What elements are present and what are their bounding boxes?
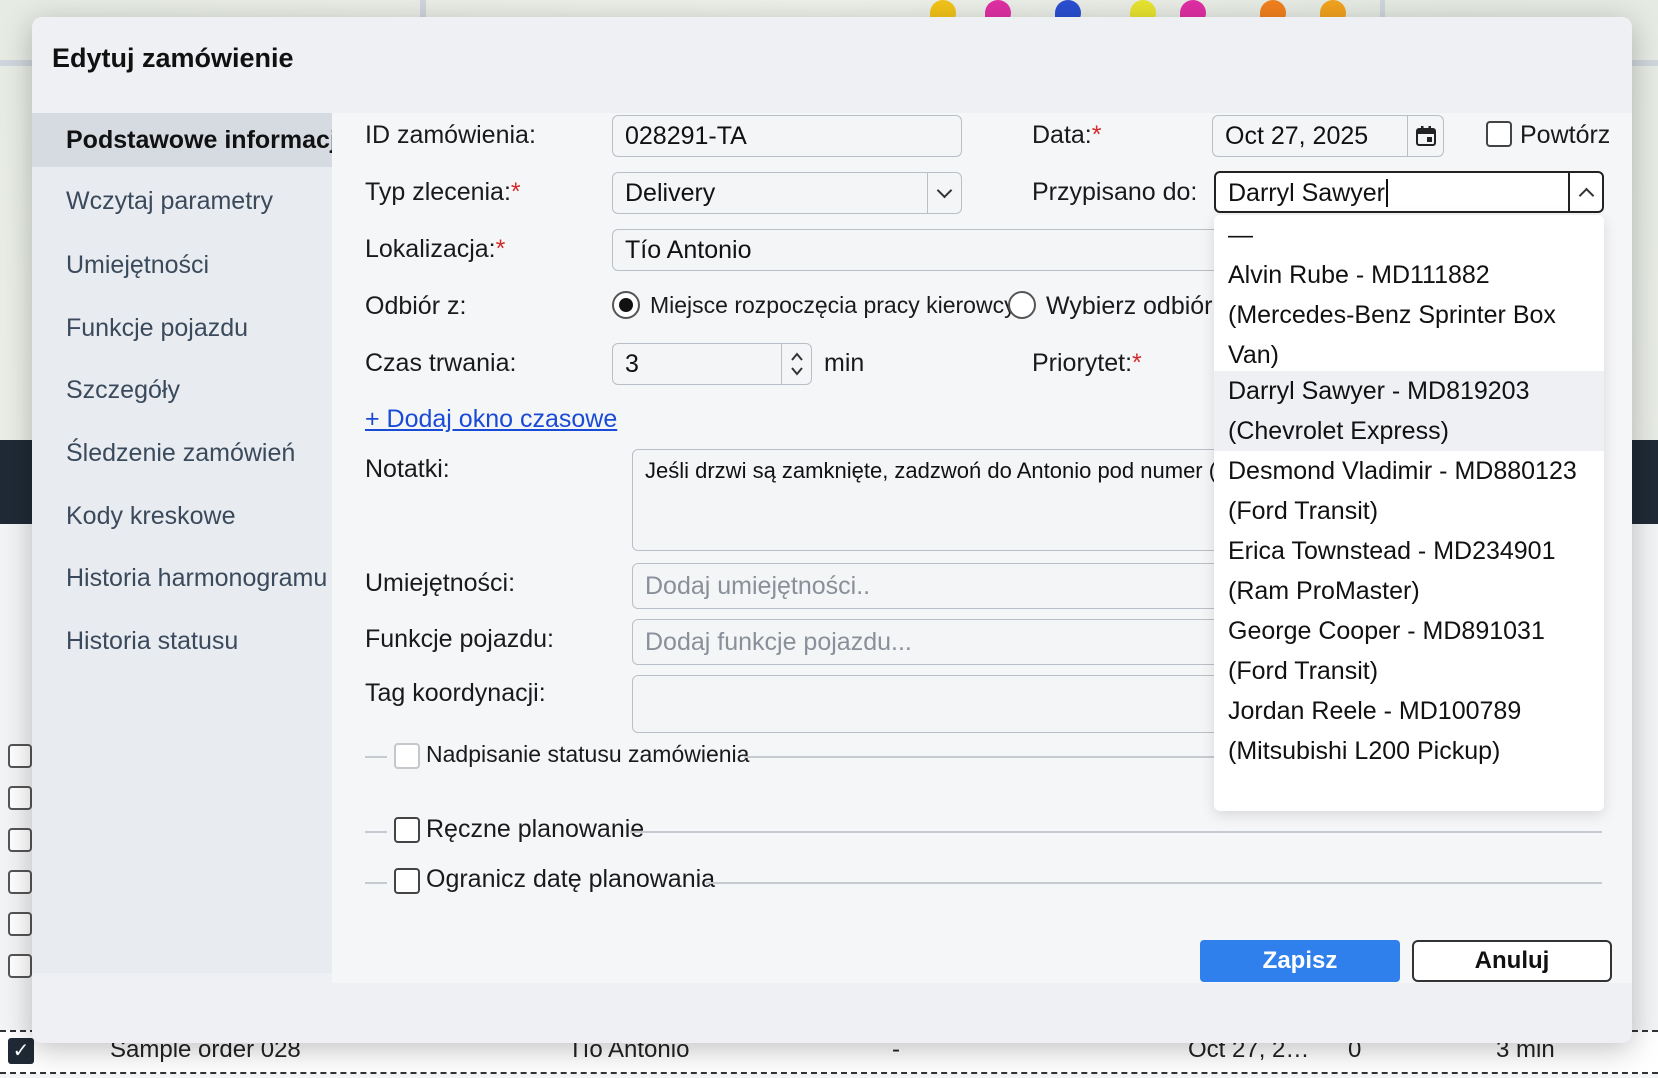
assigned-to-combobox[interactable]: Darryl Sawyer <box>1214 171 1604 213</box>
dropdown-option-line: Van) <box>1228 341 1279 369</box>
dialog-title: Edytuj zamówienie <box>52 43 294 73</box>
fieldset-border <box>744 756 1244 758</box>
sidebar-item-status-history[interactable]: Historia statusu <box>32 614 332 668</box>
sidebar-item-skills[interactable]: Umiejętności <box>32 238 332 292</box>
dropdown-option-line: Desmond Vladimir - MD880123 <box>1228 457 1577 485</box>
dropdown-option-line: George Cooper - MD891031 <box>1228 617 1545 645</box>
dropdown-option-line: (Ford Transit) <box>1228 497 1379 525</box>
vehicle-features-label: Funkcje pojazdu: <box>365 625 555 653</box>
priority-label: Priorytet:* <box>1032 349 1142 377</box>
dropdown-option-line: (Ram ProMaster) <box>1228 577 1420 605</box>
fieldset-border <box>365 882 387 884</box>
order-id-input[interactable]: 028291-TA <box>612 115 962 157</box>
manual-planning-checkbox[interactable] <box>394 817 420 843</box>
row-checkbox[interactable] <box>8 912 32 936</box>
skills-label: Umiejętności: <box>365 569 516 597</box>
row-checkbox[interactable] <box>8 870 32 894</box>
order-type-select[interactable]: Delivery <box>612 172 962 214</box>
dropdown-option-highlighted[interactable]: Darryl Sawyer - MD819203 (Chevrolet Expr… <box>1214 371 1604 451</box>
dropdown-option-line: Alvin Rube - MD111882 <box>1228 261 1490 289</box>
date-label: Data:* <box>1032 121 1102 149</box>
dropdown-option[interactable]: Erica Townstead - MD234901 (Ram ProMaste… <box>1214 531 1604 611</box>
sidebar-item-order-tracking[interactable]: Śledzenie zamówień <box>32 426 332 480</box>
limit-planning-date-label: Ogranicz datę planowania <box>426 865 716 893</box>
row-checkbox[interactable] <box>8 786 32 810</box>
dropdown-option-line: (Chevrolet Express) <box>1228 417 1449 445</box>
stepper-arrows-icon[interactable] <box>781 344 811 384</box>
chevron-down-icon[interactable] <box>927 173 961 213</box>
sidebar-item-load-params[interactable]: Wczytaj parametry <box>32 174 332 228</box>
limit-planning-date-checkbox[interactable] <box>394 868 420 894</box>
dropdown-option-line: Erica Townstead - MD234901 <box>1228 537 1556 565</box>
notes-textarea[interactable]: Jeśli drzwi są zamknięte, zadzwoń do Ant… <box>632 449 1252 551</box>
assigned-to-label: Przypisano do: <box>1032 178 1198 206</box>
notes-label: Notatki: <box>365 455 450 483</box>
skills-input[interactable]: Dodaj umiejętności.. <box>632 563 1252 609</box>
dropdown-option-line: (Ford Transit) <box>1228 657 1379 685</box>
duration-value: 3 <box>625 350 639 378</box>
location-input[interactable]: Tío Antonio <box>612 229 1252 271</box>
manual-planning-label: Ręczne planowanie <box>426 815 645 843</box>
vehicle-features-input[interactable]: Dodaj funkcje pojazdu... <box>632 619 1252 665</box>
dropdown-option[interactable]: George Cooper - MD891031 (Ford Transit) <box>1214 611 1604 691</box>
row-checkbox-checked[interactable]: ✓ <box>8 1038 34 1064</box>
duration-stepper[interactable]: 3 <box>612 343 812 385</box>
coordination-tag-label: Tag koordynacji: <box>365 679 546 707</box>
order-type-value: Delivery <box>625 179 716 207</box>
override-status-checkbox[interactable] <box>394 743 420 769</box>
fieldset-border <box>365 831 387 833</box>
text-cursor <box>1385 179 1388 207</box>
dropdown-option-line: (Mitsubishi L200 Pickup) <box>1228 737 1501 765</box>
pickup-choose-label: Wybierz odbiór <box>1046 292 1213 320</box>
fieldset-border <box>706 882 1602 884</box>
pickup-choose-radio[interactable] <box>1008 291 1036 319</box>
sidebar-item-barcodes[interactable]: Kody kreskowe <box>32 489 332 543</box>
row-checkbox[interactable] <box>8 744 32 768</box>
add-time-window-link[interactable]: + Dodaj okno czasowe <box>365 405 617 434</box>
dropdown-option-line: Darryl Sawyer - MD819203 <box>1228 377 1530 405</box>
save-button[interactable]: Zapisz <box>1200 940 1400 982</box>
location-label: Lokalizacja:* <box>365 235 506 263</box>
pickup-driver-start-label: Miejsce rozpoczęcia pracy kierowcy <box>650 292 1016 318</box>
fieldset-border <box>365 756 387 758</box>
override-status-label: Nadpisanie statusu zamówienia <box>426 741 750 767</box>
dropdown-option-line: — <box>1228 221 1253 249</box>
dropdown-option-line: Jordan Reele - MD100789 <box>1228 697 1522 725</box>
dialog-sidebar: Podstawowe informacje Wczytaj parametry … <box>32 113 332 973</box>
dropdown-option[interactable]: Alvin Rube - MD111882 (Mercedes-Benz Spr… <box>1214 255 1604 371</box>
assigned-to-value: Darryl Sawyer <box>1228 179 1385 207</box>
sidebar-item-details[interactable]: Szczegóły <box>32 363 332 417</box>
dropdown-option-line: (Mercedes-Benz Sprinter Box <box>1228 301 1556 329</box>
order-id-label: ID zamówienia: <box>365 121 536 149</box>
date-value: Oct 27, 2025 <box>1225 122 1369 150</box>
dropdown-option[interactable]: Jordan Reele - MD100789 (Mitsubishi L200… <box>1214 691 1604 771</box>
chevron-up-icon[interactable] <box>1568 173 1602 211</box>
order-type-label: Typ zlecenia:* <box>365 178 521 206</box>
row-checkbox[interactable] <box>8 828 32 852</box>
pickup-driver-start-radio[interactable] <box>612 291 640 319</box>
pickup-label: Odbiór z: <box>365 292 467 320</box>
repeat-label: Powtórz <box>1520 121 1611 149</box>
sidebar-item-schedule-history[interactable]: Historia harmonogramu <box>32 551 332 605</box>
sidebar-item-basic-info[interactable]: Podstawowe informacje <box>32 113 332 167</box>
date-input[interactable]: Oct 27, 2025 <box>1212 115 1444 157</box>
row-checkbox[interactable] <box>8 954 32 978</box>
edit-order-dialog: Edytuj zamówienie Podstawowe informacje … <box>32 17 1632 1043</box>
coordination-tag-input[interactable] <box>632 675 1252 733</box>
sidebar-item-vehicle-features[interactable]: Funkcje pojazdu <box>32 301 332 355</box>
repeat-checkbox[interactable] <box>1486 121 1512 147</box>
calendar-icon[interactable] <box>1407 116 1443 156</box>
duration-unit: min <box>824 349 865 377</box>
cancel-button[interactable]: Anuluj <box>1412 940 1612 982</box>
fieldset-border <box>630 831 1602 833</box>
dropdown-option-none[interactable]: — <box>1214 215 1604 255</box>
dropdown-option[interactable]: Desmond Vladimir - MD880123 (Ford Transi… <box>1214 451 1604 531</box>
duration-label: Czas trwania: <box>365 349 517 377</box>
assigned-to-dropdown: — Alvin Rube - MD111882 (Mercedes-Benz S… <box>1214 215 1604 811</box>
